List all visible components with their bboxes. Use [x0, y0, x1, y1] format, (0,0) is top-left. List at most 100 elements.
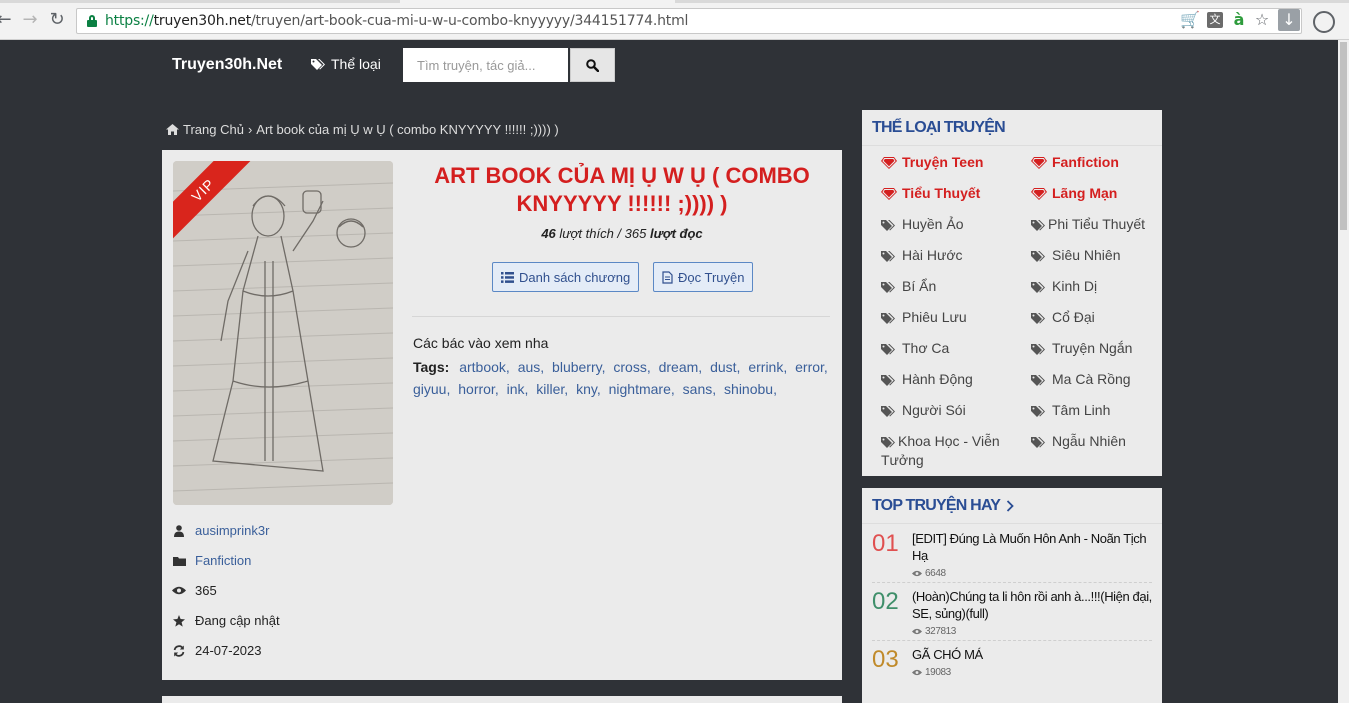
top-story-item[interactable]: 02 (Hoàn)Chúng ta li hôn rồi anh à...!!!(… [872, 588, 1157, 640]
reload-icon[interactable]: ↻ [47, 10, 67, 30]
breadcrumb-current[interactable]: Art book của mị Ụ w Ụ ( combo KNYYYYY !!… [256, 122, 558, 137]
genre-link[interactable]: Ma Cà Rồng [1031, 370, 1131, 389]
divider [412, 316, 830, 317]
scrollbar-thumb[interactable] [1340, 42, 1347, 230]
address-bar[interactable]: https://truyen30h.net/truyen/art-book-cu… [76, 8, 1302, 34]
breadcrumb-home[interactable]: Trang Chủ [183, 122, 244, 137]
story-cover-image[interactable]: VIP [173, 161, 393, 505]
cart-icon[interactable]: 🛒 [1180, 10, 1200, 30]
genre-link[interactable]: Kinh Dị [1031, 277, 1097, 296]
tag-icon [1031, 277, 1048, 296]
folder-icon [172, 556, 186, 566]
url-host: truyen30h.net [153, 13, 252, 29]
genre-label: Bí Ẩn [902, 278, 937, 294]
browser-toolbar: ← → ↻ https://truyen30h.net/truyen/art-b… [0, 0, 1349, 40]
story-tags: Tags: artbook, aus, bluberry, cross, dre… [413, 356, 833, 400]
chapter-list-button[interactable]: Danh sách chương [492, 262, 640, 292]
genre-link[interactable]: Cổ Đại [1031, 308, 1095, 327]
refresh-icon [172, 644, 186, 657]
site-brand[interactable]: Truyen30h.Net [172, 56, 282, 74]
author-link[interactable]: ausimprink3r [195, 523, 269, 538]
genre-link[interactable]: Truyện Ngắn [1031, 339, 1132, 358]
top-story-item[interactable]: 01 [EDIT] Đúng Là Muốn Hôn Anh - Noãn Tịc… [872, 530, 1157, 582]
genre-link[interactable]: Truyện Teen [881, 153, 983, 172]
tag-link[interactable]: nightmare, [609, 381, 675, 397]
genre-label: Phiêu Lưu [902, 309, 967, 325]
top-story-title[interactable]: (Hoàn)Chúng ta li hôn rồi anh à...!!!(Hi… [912, 588, 1157, 622]
page-scrollbar[interactable] [1338, 40, 1349, 703]
translate-icon[interactable]: 文 [1207, 12, 1223, 28]
tag-link[interactable]: bluberry, [552, 359, 605, 375]
url-text[interactable]: https://truyen30h.net/truyen/art-book-cu… [105, 13, 688, 29]
tag-icon [881, 277, 898, 296]
genre-link[interactable]: Ngẫu Nhiên [1031, 432, 1126, 451]
tag-link[interactable]: dust, [710, 359, 740, 375]
tag-icon [881, 308, 898, 327]
story-title: ART BOOK CỦA MỊ Ụ W Ụ ( COMBO KNYYYYY !!… [434, 163, 810, 216]
search-button[interactable] [570, 48, 615, 82]
tag-link[interactable]: cross, [613, 359, 650, 375]
story-description: Các bác vào xem nha [413, 335, 549, 351]
forward-icon[interactable]: → [20, 10, 40, 30]
category-link[interactable]: Fanfiction [195, 553, 251, 568]
tag-icon [1031, 370, 1048, 389]
genre-link[interactable]: Bí Ẩn [881, 277, 936, 296]
author-row: ausimprink3r [172, 523, 269, 538]
search-input[interactable] [403, 48, 568, 82]
genre-link[interactable]: Thơ Ca [881, 339, 949, 358]
likes-label: lượt thích / [559, 226, 622, 241]
top-story-item[interactable]: 03 GÃ CHÓ MÁ 19083 [872, 646, 1157, 681]
genre-link[interactable]: Tiểu Thuyết [881, 184, 980, 203]
bookmark-star-icon[interactable]: ☆ [1252, 10, 1272, 30]
tags-label: Tags: [413, 359, 450, 375]
top-story-views: 327813 [912, 623, 1157, 640]
tag-link[interactable]: shinobu, [724, 381, 777, 397]
top-story-view-count: 6648 [925, 568, 946, 579]
tag-link[interactable]: artbook, [459, 359, 510, 375]
download-icon[interactable]: ↓ [1278, 9, 1300, 31]
tag-link[interactable]: aus, [518, 359, 544, 375]
active-tab[interactable] [400, 0, 675, 3]
tag-link[interactable]: horror, [458, 381, 498, 397]
top-story-title[interactable]: GÃ CHÓ MÁ [912, 646, 983, 663]
tag-link[interactable]: kny, [576, 381, 601, 397]
tags-icon [311, 58, 325, 70]
diamond-icon [1031, 153, 1048, 172]
back-icon[interactable]: ← [0, 10, 14, 30]
genre-link[interactable]: Lãng Mạn [1031, 184, 1117, 203]
likes-count: 46 [541, 226, 556, 241]
genre-link[interactable]: Huyền Ảo [881, 215, 963, 234]
genre-link[interactable]: Phiêu Lưu [881, 308, 967, 327]
genre-menu[interactable]: Thể loại [311, 56, 381, 72]
tag-link[interactable]: killer, [536, 381, 568, 397]
genre-label: Ngẫu Nhiên [1052, 433, 1126, 449]
breadcrumb-separator: › [247, 122, 253, 137]
extension-a-icon[interactable]: à [1229, 10, 1249, 30]
tag-link[interactable]: error, [795, 359, 828, 375]
read-story-button[interactable]: Đọc Truyện [653, 262, 754, 292]
genre-menu-label: Thể loại [331, 56, 381, 72]
genre-label: Truyện Teen [902, 154, 984, 170]
genre-link[interactable]: Hài Hước [881, 246, 963, 265]
tag-link[interactable]: ink, [507, 381, 529, 397]
tag-link[interactable]: giyuu, [413, 381, 450, 397]
tag-icon [881, 215, 898, 234]
genre-link[interactable]: Siêu Nhiên [1031, 246, 1121, 265]
profile-circle-icon[interactable] [1313, 11, 1335, 33]
tag-link[interactable]: sans, [683, 381, 716, 397]
genre-link[interactable]: Người Sói [881, 401, 966, 420]
tag-link[interactable]: dream, [659, 359, 703, 375]
genre-label: Huyền Ảo [902, 216, 964, 232]
genre-label: Siêu Nhiên [1052, 247, 1121, 263]
genre-link[interactable]: Khoa Học - Viễn Tưởng [881, 432, 1021, 470]
genre-link[interactable]: Phi Tiểu Thuyết [1031, 215, 1171, 234]
genre-link[interactable]: Hành Động [881, 370, 973, 389]
top-stories-title[interactable]: TOP TRUYỆN HAY [872, 497, 1014, 515]
breadcrumb: Trang Chủ › Art book của mị Ụ w Ụ ( comb… [166, 122, 559, 137]
genre-link[interactable]: Fanfiction [1031, 153, 1119, 172]
tag-link[interactable]: errink, [748, 359, 787, 375]
genre-label: Hành Động [902, 371, 973, 387]
top-story-title[interactable]: [EDIT] Đúng Là Muốn Hôn Anh - Noãn Tịch … [912, 530, 1157, 564]
tag-icon [1031, 432, 1048, 451]
genre-link[interactable]: Tâm Linh [1031, 401, 1110, 420]
